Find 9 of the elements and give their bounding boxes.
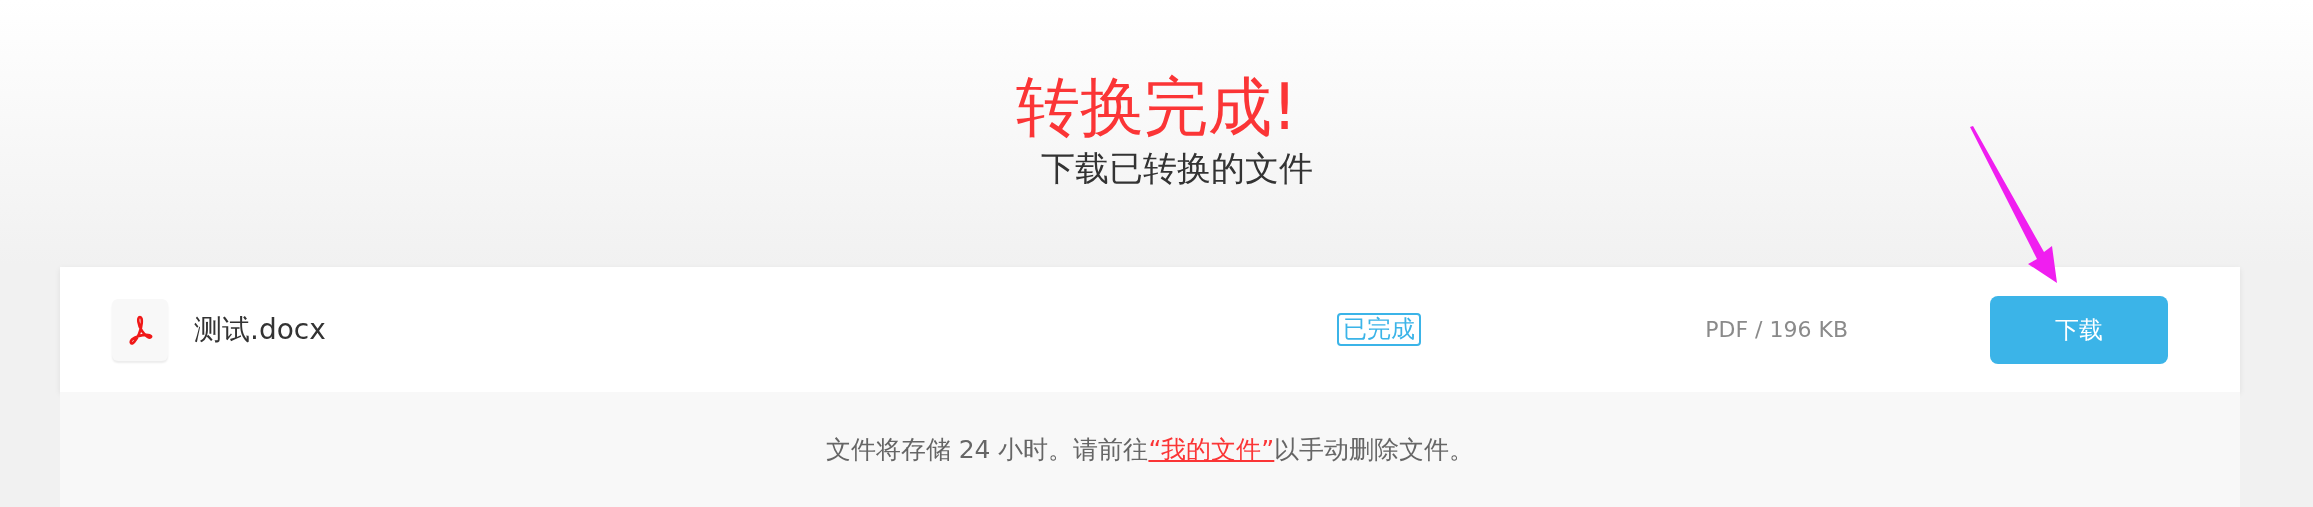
file-icon — [112, 298, 168, 361]
download-button[interactable]: 下载 — [1990, 295, 2168, 364]
page-title: 转换完成! — [1015, 72, 1298, 143]
my-files-link[interactable]: “我的文件” — [1148, 434, 1275, 464]
page-subtitle: 下载已转换的文件 — [1039, 148, 1313, 190]
file-name: 测试.docx — [194, 311, 327, 348]
status-label: 已完成 — [1337, 313, 1422, 346]
storage-notice: 文件将存储 24 小时。请前往“我的文件”以手动删除文件。 — [825, 433, 1475, 466]
file-info: PDF / 196 KB — [1705, 316, 1848, 344]
